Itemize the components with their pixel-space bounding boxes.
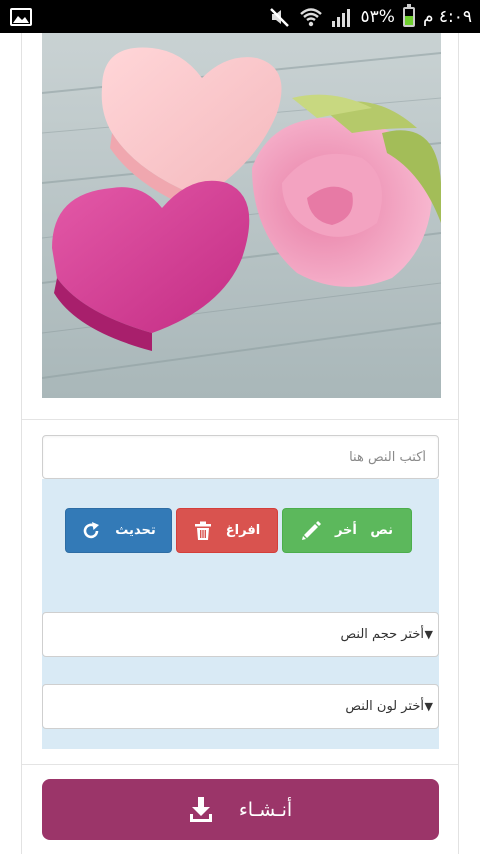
other-text-label: نص أخر bbox=[334, 523, 394, 538]
options-panel: تحديث افراغ نص أخر أختر حجم النص ▼ أختر … bbox=[42, 479, 439, 749]
page-frame: تحديث افراغ نص أخر أختر حجم النص ▼ bbox=[21, 33, 459, 854]
font-size-select[interactable]: أختر حجم النص ▼ bbox=[42, 612, 439, 657]
create-label: أنـشـاء bbox=[238, 798, 293, 821]
divider bbox=[22, 419, 458, 420]
create-button[interactable]: أنـشـاء bbox=[42, 779, 439, 840]
battery-percent: ٥٣% bbox=[360, 6, 395, 27]
text-input[interactable] bbox=[42, 435, 439, 479]
font-color-select-label: أختر لون النص bbox=[345, 699, 424, 714]
clear-label: افراغ bbox=[225, 523, 261, 538]
caret-down-icon: ▼ bbox=[424, 628, 433, 641]
battery-level bbox=[404, 16, 413, 25]
trash-icon bbox=[194, 521, 211, 540]
refresh-button[interactable]: تحديث bbox=[65, 508, 172, 553]
status-time: ٤:٠٩ م bbox=[422, 6, 472, 27]
divider bbox=[22, 764, 458, 765]
refresh-icon bbox=[84, 521, 100, 538]
status-bar: ٥٣% ٤:٠٩ م bbox=[0, 0, 480, 33]
refresh-label: تحديث bbox=[115, 523, 156, 538]
font-color-select[interactable]: أختر لون النص ▼ bbox=[42, 684, 439, 729]
other-text-button[interactable]: نص أخر bbox=[282, 508, 412, 553]
preview-image bbox=[42, 33, 441, 398]
gallery-icon bbox=[10, 7, 32, 26]
battery-icon bbox=[402, 3, 415, 27]
wifi-icon bbox=[299, 7, 322, 26]
clear-button[interactable]: افراغ bbox=[176, 508, 278, 553]
signal-icon bbox=[331, 8, 350, 27]
caret-down-icon: ▼ bbox=[424, 700, 433, 713]
font-size-select-label: أختر حجم النص bbox=[340, 627, 424, 642]
pencil-icon bbox=[301, 520, 321, 540]
download-icon bbox=[189, 796, 212, 822]
mute-icon bbox=[269, 7, 289, 27]
